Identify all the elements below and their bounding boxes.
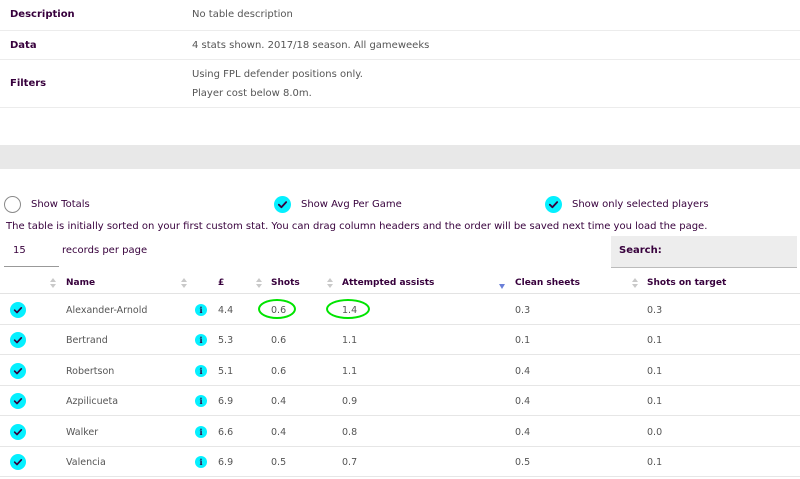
show-avg-toggle[interactable]: Show Avg Per Game [274,194,402,214]
player-shots-on-target: 0.1 [647,335,663,347]
unchecked-circle-icon[interactable] [4,195,21,213]
description-row: Description No table description [0,0,800,31]
player-price: 5.1 [218,365,234,377]
column-header-price[interactable]: £ [218,278,224,288]
player-shots: 0.6 [271,365,287,377]
player-clean-sheets: 0.4 [515,365,531,377]
player-shots-on-target: 0.0 [647,426,663,438]
info-icon[interactable]: i [195,304,207,316]
player-clean-sheets: 0.1 [515,335,531,347]
records-per-page-select[interactable]: 15 [4,236,59,267]
description-value: No table description [192,9,293,20]
selected-checkmark-icon[interactable] [10,423,26,440]
column-header-shots-on-target[interactable]: Shots on target [647,278,726,288]
selected-checkmark-icon[interactable] [10,362,26,379]
player-clean-sheets: 0.4 [515,396,531,408]
selected-checkmark-icon[interactable] [10,302,26,318]
sort-arrows-icon[interactable] [256,278,262,288]
checkmark-icon[interactable] [274,195,291,213]
player-name: Azpilicueta [66,396,119,408]
table-row: Walker i 6.6 0.4 0.8 0.4 0.0 [0,417,800,447]
info-icon[interactable]: i [195,456,207,468]
search-input[interactable]: Search: [611,236,797,268]
player-shots: 0.4 [271,426,287,438]
filters-label: Filters [10,78,47,89]
show-totals-label: Show Totals [31,198,90,210]
records-per-page-label: records per page [62,245,148,256]
column-header-attempted-assists[interactable]: Attempted assists [342,278,434,288]
player-shots: 0.6 [271,335,287,347]
selected-checkmark-icon[interactable] [10,332,26,349]
player-clean-sheets: 0.5 [515,457,531,468]
table-row: Valencia i 6.9 0.5 0.7 0.5 0.1 [0,447,800,477]
shots-highlight-circle [258,299,296,319]
data-value: 4 stats shown. 2017/18 season. All gamew… [192,40,430,51]
player-clean-sheets: 0.4 [515,426,531,438]
player-attempted-assists: 1.1 [342,365,358,377]
section-divider [0,145,800,169]
player-price: 6.6 [218,426,234,438]
selected-checkmark-icon[interactable] [10,454,26,470]
show-selected-label: Show only selected players [572,198,709,210]
show-avg-label: Show Avg Per Game [301,198,402,210]
sort-arrows-icon[interactable] [632,278,638,288]
info-icon[interactable]: i [195,395,207,408]
selected-checkmark-icon[interactable] [10,393,26,410]
player-shots-on-target: 0.1 [647,396,663,408]
player-name: Valencia [66,457,106,468]
attempted-assists-highlight-circle [326,299,370,319]
player-attempted-assists: 0.9 [342,396,358,408]
player-shots-on-target: 0.1 [647,457,663,468]
sort-descending-icon[interactable] [499,281,505,291]
player-price: 4.4 [218,305,234,316]
data-row: Data 4 stats shown. 2017/18 season. All … [0,31,800,60]
player-shots-on-target: 0.3 [647,305,663,316]
sort-arrows-icon[interactable] [50,278,56,288]
checkmark-icon[interactable] [545,195,562,213]
filters-row: Filters Using FPL defender positions onl… [0,60,800,108]
player-name: Bertrand [66,335,108,347]
player-shots: 0.5 [271,457,287,468]
info-icon[interactable]: i [195,334,207,347]
player-name: Walker [66,426,99,438]
show-selected-toggle[interactable]: Show only selected players [545,194,709,214]
player-clean-sheets: 0.3 [515,305,531,316]
table-row: Bertrand i 5.3 0.6 1.1 0.1 0.1 [0,325,800,356]
table-header-row: Name £ Shots Attempted assists Clean she… [0,272,800,294]
filters-value-2: Player cost below 8.0m. [192,88,312,99]
sort-arrows-icon[interactable] [327,278,333,288]
player-price: 5.3 [218,335,234,347]
column-header-clean-sheets[interactable]: Clean sheets [515,278,580,288]
sort-arrows-icon[interactable] [181,278,187,288]
description-label: Description [10,9,75,20]
player-name: Alexander-Arnold [66,305,148,316]
column-header-shots[interactable]: Shots [271,278,300,288]
player-attempted-assists: 0.8 [342,426,358,438]
info-icon[interactable]: i [195,364,207,377]
filters-value-1: Using FPL defender positions only. [192,69,363,80]
info-icon[interactable]: i [195,425,207,438]
column-header-name[interactable]: Name [66,278,95,288]
table-row: Robertson i 5.1 0.6 1.1 0.4 0.1 [0,356,800,386]
data-label: Data [10,40,37,51]
player-attempted-assists: 0.7 [342,457,358,468]
sort-note: The table is initially sorted on your fi… [6,221,708,232]
table-row: Azpilicueta i 6.9 0.4 0.9 0.4 0.1 [0,386,800,417]
player-attempted-assists: 1.1 [342,335,358,347]
player-shots: 0.4 [271,396,287,408]
player-price: 6.9 [218,396,234,408]
table-row: Alexander-Arnold i 4.4 0.6 1.4 0.3 0.3 [0,295,800,325]
player-name: Robertson [66,365,115,377]
player-price: 6.9 [218,457,234,468]
player-shots-on-target: 0.1 [647,365,663,377]
show-totals-toggle[interactable]: Show Totals [4,194,90,214]
